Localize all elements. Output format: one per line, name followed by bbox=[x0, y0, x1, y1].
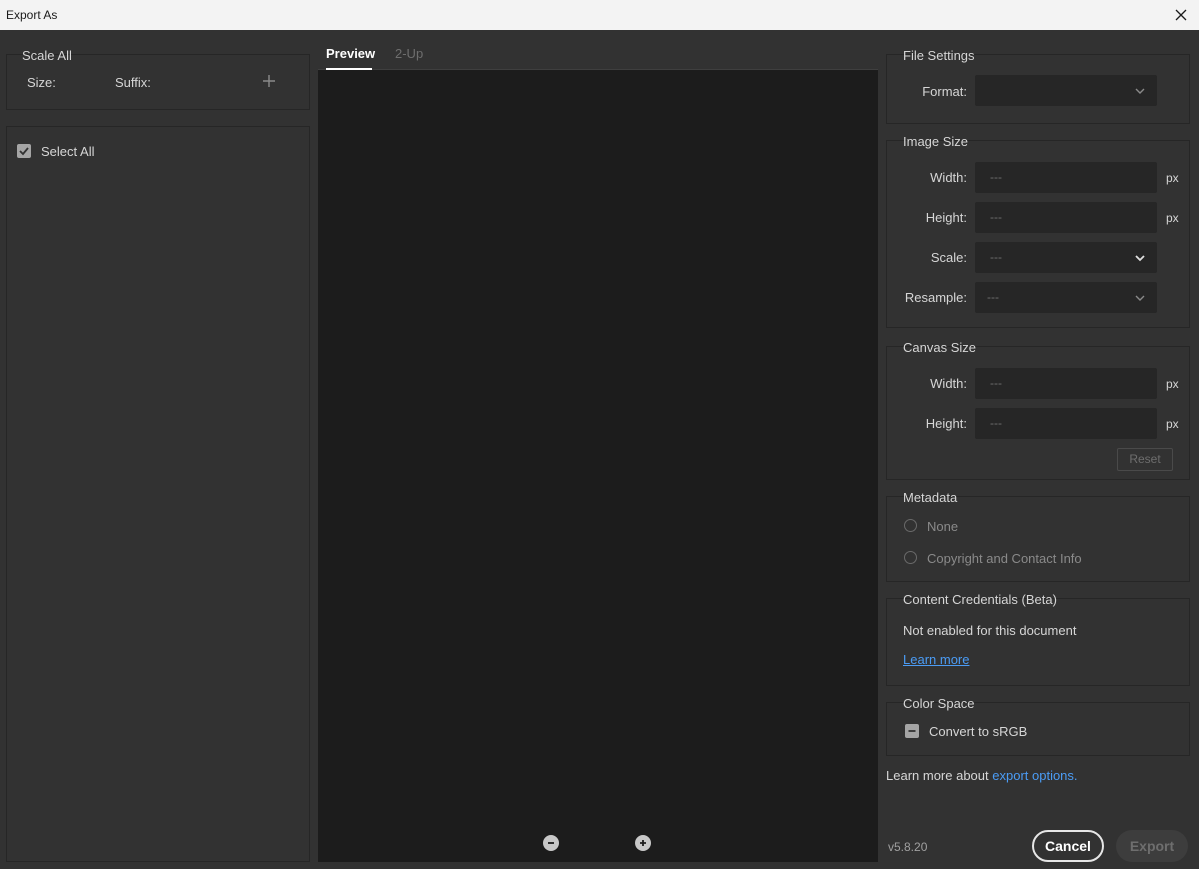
canvas-height-input[interactable]: --- bbox=[975, 408, 1157, 439]
plus-icon bbox=[640, 840, 646, 846]
add-scale-button[interactable] bbox=[262, 74, 276, 88]
close-icon bbox=[1175, 9, 1187, 21]
metadata-copyright-label: Copyright and Contact Info bbox=[927, 551, 1082, 566]
reset-button[interactable]: Reset bbox=[1117, 448, 1173, 471]
canvas-width-input[interactable]: --- bbox=[975, 368, 1157, 399]
metadata-copyright-radio[interactable] bbox=[904, 551, 917, 564]
cancel-button[interactable]: Cancel bbox=[1032, 830, 1104, 862]
image-width-unit: px bbox=[1166, 171, 1179, 185]
content-credentials-title: Content Credentials (Beta) bbox=[903, 592, 1057, 607]
tab-preview[interactable]: Preview bbox=[326, 46, 375, 61]
metadata-none-label: None bbox=[927, 519, 959, 534]
checkmark-icon bbox=[19, 147, 29, 156]
window-title: Export As bbox=[6, 8, 58, 22]
format-label: Format: bbox=[922, 84, 967, 99]
metadata-panel bbox=[886, 496, 1190, 582]
image-height-input[interactable]: --- bbox=[975, 202, 1157, 233]
canvas-height-label: Height: bbox=[925, 416, 967, 431]
canvas-size-title: Canvas Size bbox=[903, 340, 976, 355]
zoom-in-button[interactable] bbox=[635, 835, 651, 851]
color-space-title: Color Space bbox=[903, 696, 975, 711]
scale-value: --- bbox=[990, 250, 1002, 264]
image-width-input[interactable]: --- bbox=[975, 162, 1157, 193]
format-select[interactable] bbox=[975, 75, 1157, 106]
content-credentials-status: Not enabled for this document bbox=[903, 623, 1077, 638]
size-label: Size: bbox=[27, 75, 56, 90]
image-width-label: Width: bbox=[930, 170, 967, 185]
select-all-label: Select All bbox=[41, 144, 95, 159]
content-credentials-panel bbox=[886, 598, 1190, 686]
scale-label: Scale: bbox=[930, 250, 967, 265]
export-options-link[interactable]: export options. bbox=[992, 768, 1077, 783]
export-button[interactable]: Export bbox=[1116, 830, 1188, 862]
plus-icon bbox=[263, 75, 275, 87]
chevron-down-icon bbox=[1135, 255, 1145, 262]
content-credentials-learn-more-link[interactable]: Learn more bbox=[903, 652, 969, 667]
chevron-down-icon bbox=[1135, 295, 1145, 301]
minus-icon bbox=[548, 842, 554, 844]
file-settings-title: File Settings bbox=[903, 48, 975, 63]
image-height-label: Height: bbox=[925, 210, 967, 225]
image-size-title: Image Size bbox=[903, 134, 969, 149]
scale-all-title: Scale All bbox=[22, 48, 72, 63]
resample-value: --- bbox=[987, 290, 999, 304]
resample-label: Resample: bbox=[904, 290, 967, 305]
scale-select[interactable]: --- bbox=[975, 242, 1157, 273]
metadata-title: Metadata bbox=[903, 490, 958, 505]
canvas-height-unit: px bbox=[1166, 417, 1179, 431]
convert-srgb-label: Convert to sRGB bbox=[929, 724, 1028, 739]
assets-panel bbox=[6, 126, 310, 862]
title-bar: Export As bbox=[0, 0, 1199, 30]
select-all-checkbox[interactable] bbox=[17, 144, 31, 158]
canvas-width-label: Width: bbox=[930, 376, 967, 391]
close-button[interactable] bbox=[1163, 0, 1199, 30]
image-height-unit: px bbox=[1166, 211, 1179, 225]
learn-more-prefix: Learn more about bbox=[886, 768, 989, 783]
zoom-out-button[interactable] bbox=[543, 835, 559, 851]
convert-srgb-checkbox[interactable] bbox=[905, 724, 919, 738]
tab-2up[interactable]: 2-Up bbox=[395, 46, 423, 61]
canvas-width-unit: px bbox=[1166, 377, 1179, 391]
resample-select[interactable]: --- bbox=[975, 282, 1157, 313]
indeterminate-icon bbox=[908, 730, 916, 732]
learn-more-export-text: Learn more about export options. bbox=[886, 768, 1078, 783]
metadata-none-radio[interactable] bbox=[904, 519, 917, 532]
suffix-label: Suffix: bbox=[115, 75, 151, 90]
version-label: v5.8.20 bbox=[888, 840, 928, 854]
chevron-down-icon bbox=[1135, 88, 1145, 94]
preview-canvas[interactable] bbox=[318, 70, 878, 862]
